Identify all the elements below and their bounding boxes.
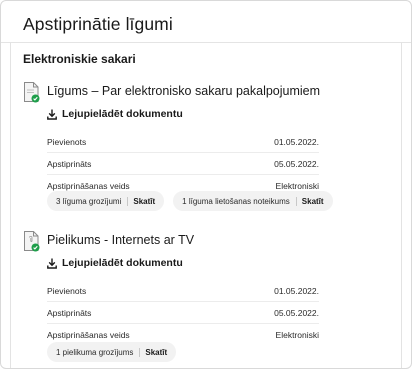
document-approved-icon: [24, 82, 40, 103]
amendments-chip[interactable]: 1 pielikuma grozījums Skatīt: [47, 342, 177, 362]
related-documents: 1 pielikuma grozījums Skatīt: [47, 342, 177, 362]
agreement-details: Pievienots 01.05.2022. Apstiprināts 05.0…: [47, 131, 319, 197]
detail-value: 05.05.2022.: [274, 308, 319, 318]
agreement-title: Līgums – Par elektronisko sakaru pakalpo…: [47, 84, 321, 98]
download-label: Lejupielādēt dokumentu: [62, 257, 183, 269]
section-title: Elektroniskie sakari: [23, 52, 136, 66]
detail-value: 01.05.2022.: [274, 137, 319, 147]
download-label: Lejupielādēt dokumentu: [62, 108, 183, 120]
detail-label: Apstiprināšanas veids: [47, 181, 130, 191]
agreement-title: Pielikums - Internets ar TV: [47, 233, 195, 247]
detail-label: Pievienots: [47, 137, 87, 147]
download-icon: [47, 109, 57, 120]
detail-label: Apstiprināšanas veids: [47, 330, 130, 340]
detail-row-added: Pievienots 01.05.2022.: [47, 131, 319, 153]
amendments-chip[interactable]: 3 līguma grozījumi Skatīt: [47, 191, 165, 211]
detail-row-approved: Apstiprināts 05.05.2022.: [47, 302, 319, 324]
agreement-header: Līgums – Par elektronisko sakaru pakalpo…: [23, 81, 323, 103]
detail-label: Apstiprināts: [47, 159, 92, 169]
related-documents: 3 līguma grozījumi Skatīt 1 līguma lieto…: [47, 191, 333, 211]
page-title: Apstiprinātie līgumi: [23, 14, 173, 34]
chip-count: 3 līguma grozījumi: [56, 196, 129, 206]
detail-value: 01.05.2022.: [274, 286, 319, 296]
detail-label: Pievienots: [47, 286, 87, 296]
detail-row-added: Pievienots 01.05.2022.: [47, 280, 319, 302]
chip-count: 1 pielikuma grozījums: [56, 347, 141, 357]
detail-row-approved: Apstiprināts 05.05.2022.: [47, 153, 319, 175]
detail-value: Elektroniski: [275, 330, 319, 340]
approved-agreements-panel: Apstiprinātie līgumi Elektroniskie sakar…: [0, 0, 412, 369]
agreement-header: Pielikums - Internets ar TV: [23, 230, 323, 252]
document-approved-icon: [24, 231, 40, 252]
detail-value: 05.05.2022.: [274, 159, 319, 169]
detail-value: Elektroniski: [275, 181, 319, 191]
chip-count: 1 līguma lietošanas noteikums: [182, 196, 297, 206]
view-button[interactable]: Skatīt: [297, 197, 324, 206]
download-document-link[interactable]: Lejupielādēt dokumentu: [47, 256, 183, 270]
view-button[interactable]: Skatīt: [128, 197, 155, 206]
download-icon: [47, 258, 57, 269]
view-button[interactable]: Skatīt: [140, 348, 167, 357]
detail-label: Apstiprināts: [47, 308, 92, 318]
agreement-details: Pievienots 01.05.2022. Apstiprināts 05.0…: [47, 280, 319, 346]
download-document-link[interactable]: Lejupielādēt dokumentu: [47, 107, 183, 121]
terms-chip[interactable]: 1 līguma lietošanas noteikums Skatīt: [173, 191, 333, 211]
